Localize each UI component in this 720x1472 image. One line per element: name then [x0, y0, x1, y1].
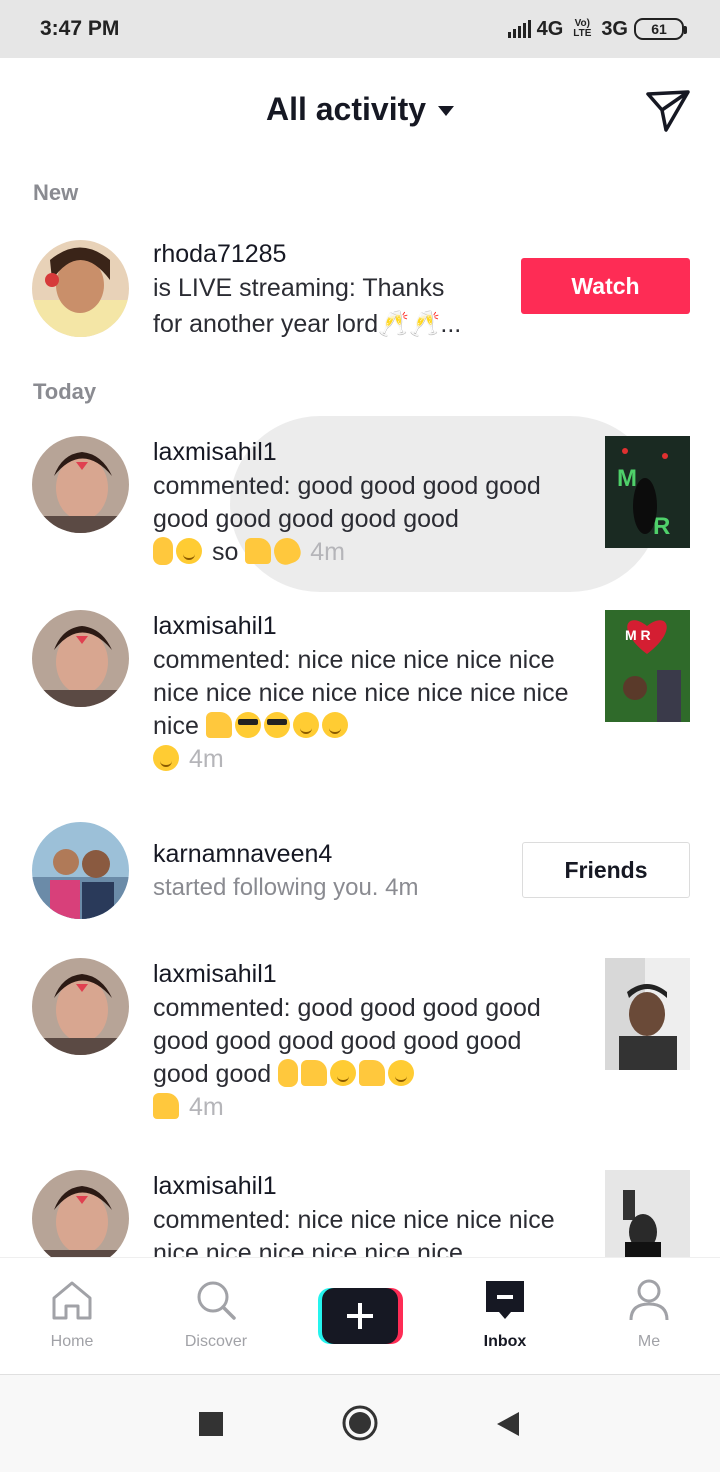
comment-text: commented: nice nice nice nice nice nice…	[153, 1206, 555, 1257]
follow-row[interactable]: karnamnaveen4 started following you. 4m …	[0, 822, 720, 922]
follow-text: started following you. 4m	[153, 874, 418, 902]
status-icons: 4G Vo) LTE 3G 61	[507, 17, 687, 41]
nav-me[interactable]: Me	[594, 1278, 704, 1351]
activity-row[interactable]: laxmisahil1 commented: nice nice nice ni…	[0, 1170, 720, 1257]
page-title: All activity	[265, 90, 427, 127]
video-thumbnail[interactable]: M R	[605, 610, 690, 722]
nav-inbox[interactable]: Inbox	[450, 1278, 560, 1351]
username[interactable]: laxmisahil1	[153, 960, 277, 989]
nav-discover[interactable]: Discover	[161, 1278, 271, 1351]
ok-hand-emoji	[153, 537, 173, 565]
sunglasses-emoji	[263, 712, 290, 738]
activity-row[interactable]: laxmisahil1 commented: good good good go…	[0, 436, 720, 576]
sunglasses-emoji	[234, 712, 261, 738]
ok-hand-emoji	[278, 1059, 299, 1087]
timestamp: 4m	[385, 874, 419, 901]
live-message-line2: for another year lord🥂🥂...	[153, 310, 462, 338]
avatar[interactable]	[32, 822, 129, 919]
comment-text: commented: good good good good good good…	[153, 992, 583, 1124]
wink-emoji	[153, 745, 179, 771]
kiss-emoji	[388, 1060, 415, 1086]
timestamp: 4m	[188, 1093, 224, 1121]
recent-apps-icon[interactable]	[199, 1412, 223, 1436]
create-video-button[interactable]	[318, 1288, 403, 1344]
avatar[interactable]	[32, 436, 129, 533]
nav-inbox-label: Inbox	[483, 1333, 527, 1350]
section-label-today: Today	[33, 379, 97, 404]
nav-discover-label: Discover	[184, 1333, 248, 1350]
clap-emoji	[270, 534, 304, 568]
caret-down-icon	[438, 106, 455, 116]
thumbs-up-emoji	[301, 1060, 328, 1086]
username[interactable]: laxmisahil1	[153, 438, 277, 467]
comment-text: commented: good good good good good good…	[153, 470, 583, 569]
thumbs-up-emoji	[245, 538, 272, 564]
username[interactable]: laxmisahil1	[153, 612, 277, 641]
home-icon	[52, 1281, 92, 1320]
status-bar: 3:47 PM 4G Vo) LTE 3G 61	[0, 0, 720, 58]
activity-filter-dropdown[interactable]: All activity	[265, 90, 455, 128]
avatar[interactable]	[32, 240, 129, 337]
avatar[interactable]	[32, 958, 129, 1055]
wink-emoji	[292, 712, 319, 738]
avatar[interactable]	[32, 1170, 129, 1257]
direct-message-icon[interactable]	[644, 86, 692, 134]
smile-emoji	[321, 712, 348, 738]
follow-message: started following you.	[153, 874, 379, 901]
section-label-new: New	[33, 180, 79, 205]
watch-button[interactable]: Watch	[521, 258, 690, 314]
inbox-icon	[486, 1281, 524, 1319]
signal-icon	[507, 20, 531, 38]
svg-text:M: M	[617, 465, 637, 492]
username[interactable]: laxmisahil1	[153, 1172, 277, 1201]
thumbs-up-emoji	[153, 1093, 179, 1119]
kiss-emoji	[330, 1060, 357, 1086]
timestamp: 4m	[188, 745, 224, 773]
video-thumbnail[interactable]	[605, 958, 690, 1070]
network-type-1: 4G	[536, 17, 564, 40]
video-thumbnail[interactable]	[605, 1170, 690, 1257]
nav-home[interactable]: Home	[17, 1278, 127, 1351]
comment-tail: so	[211, 538, 239, 566]
nav-me-label: Me	[637, 1333, 661, 1350]
status-time: 3:47 PM	[40, 17, 120, 40]
friends-button[interactable]: Friends	[522, 842, 690, 898]
comment-text: commented: nice nice nice nice nice nice…	[153, 644, 573, 776]
comment-body: commented: good good good good good good…	[153, 472, 541, 533]
profile-icon	[629, 1279, 669, 1321]
thumbs-up-emoji	[359, 1060, 386, 1086]
avatar[interactable]	[32, 610, 129, 707]
activity-row[interactable]: laxmisahil1 commented: nice nice nice ni…	[0, 610, 720, 790]
timestamp: 4m	[310, 538, 345, 566]
thumbs-up-emoji	[205, 712, 232, 738]
battery-icon: 61	[634, 18, 687, 40]
header: All activity	[0, 58, 720, 160]
username[interactable]: karnamnaveen4	[153, 840, 332, 869]
volte-icon: Vo) LTE	[573, 18, 592, 39]
search-icon	[197, 1281, 236, 1320]
home-button-icon[interactable]	[341, 1404, 379, 1442]
svg-text:M R: M R	[625, 627, 651, 643]
live-message-line1: is LIVE streaming: Thanks	[153, 274, 445, 302]
system-nav-bar	[0, 1374, 720, 1472]
activity-row[interactable]: laxmisahil1 commented: good good good go…	[0, 958, 720, 1138]
bottom-nav: Home Discover Inbox Me	[0, 1257, 720, 1373]
smile-emoji	[176, 538, 202, 564]
video-thumbnail[interactable]: MR	[605, 436, 690, 548]
network-type-2: 3G	[601, 17, 628, 40]
username[interactable]: rhoda71285	[153, 240, 286, 269]
back-icon[interactable]	[495, 1410, 521, 1438]
nav-home-label: Home	[50, 1333, 94, 1350]
live-notification-row[interactable]: rhoda71285 is LIVE streaming: Thanks for…	[0, 238, 720, 348]
